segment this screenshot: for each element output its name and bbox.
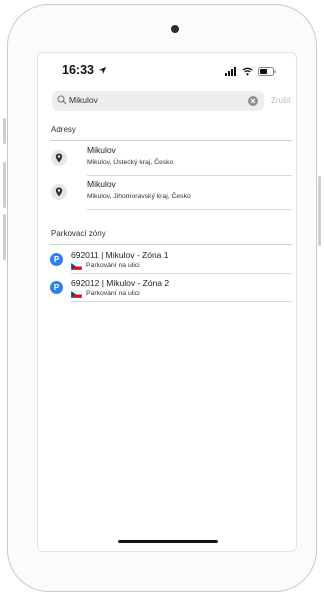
clear-icon[interactable] (248, 96, 258, 106)
divider (71, 301, 292, 302)
address-title: Mikulov (87, 145, 116, 155)
divider (50, 244, 292, 245)
address-subtitle: Mikulov, Ústecký kraj, Česko (87, 159, 174, 166)
parking-icon: P (50, 281, 63, 294)
mute-switch (3, 118, 6, 144)
zone-title: 692012 | Mikulov - Zóna 2 (71, 278, 170, 288)
volume-up-button (3, 162, 6, 208)
czech-flag-icon (71, 263, 82, 270)
parking-icon: P (50, 253, 63, 266)
zone-title: 692011 | Mikulov - Zóna 1 (71, 250, 169, 260)
section-title: Adresy (51, 125, 76, 134)
screen: 16:33 Mikulov Zrušit Adresy Mikulov Miku… (37, 52, 297, 552)
search-icon (57, 95, 67, 105)
status-bar: 16:33 (38, 61, 296, 81)
search-input[interactable]: Mikulov (52, 91, 264, 111)
front-camera (171, 25, 179, 33)
signal-icon (225, 66, 236, 76)
address-item-1[interactable]: Mikulov Mikulov, Ústecký kraj, Česko (38, 142, 296, 176)
volume-down-button (3, 214, 6, 260)
wifi-icon (242, 67, 253, 75)
battery-icon (258, 66, 276, 76)
address-subtitle: Mikulov, Jihomoravský kraj, Česko (87, 193, 191, 200)
address-item-2[interactable]: Mikulov Mikulov, Jihomoravský kraj, Česk… (38, 176, 296, 210)
zone-subtitle: Parkování na ulici (86, 262, 140, 269)
pin-icon (51, 184, 67, 200)
section-title: Parkovací zóny (51, 229, 106, 238)
location-arrow-icon (99, 66, 107, 75)
czech-flag-icon (71, 291, 82, 298)
status-time-text: 16:33 (62, 63, 94, 77)
divider (87, 209, 292, 210)
status-time: 16:33 (62, 63, 107, 77)
cancel-button[interactable]: Zrušit (271, 96, 291, 105)
power-button (318, 176, 321, 246)
zone-item-2[interactable]: P 692012 | Mikulov - Zóna 2 Parkování na… (38, 274, 296, 302)
pin-icon (51, 150, 67, 166)
search-query: Mikulov (69, 95, 98, 105)
zone-item-1[interactable]: P 692011 | Mikulov - Zóna 1 Parkování na… (38, 246, 296, 274)
divider (50, 140, 292, 141)
status-icons (225, 65, 276, 77)
home-indicator[interactable] (118, 540, 218, 543)
address-title: Mikulov (87, 179, 116, 189)
search-row: Mikulov Zrušit (52, 91, 292, 111)
zone-subtitle: Parkování na ulici (86, 290, 140, 297)
